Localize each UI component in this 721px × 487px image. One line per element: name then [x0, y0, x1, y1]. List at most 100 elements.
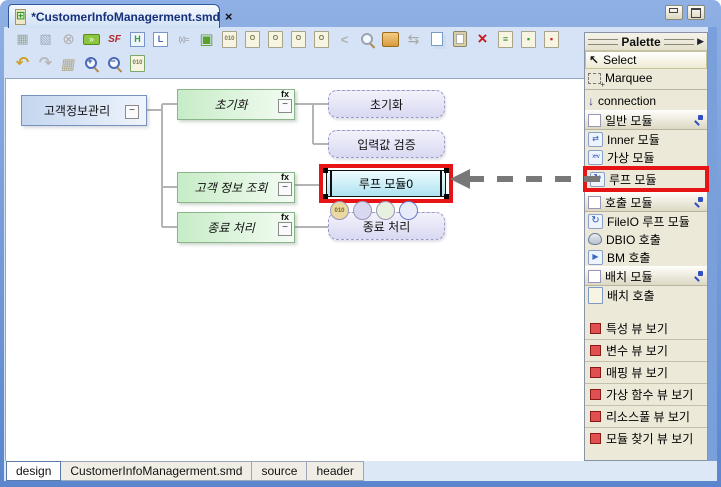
- palette-tool-select[interactable]: ↖ Select: [585, 51, 707, 69]
- collapse-icon[interactable]: −: [278, 182, 292, 196]
- editor-tab[interactable]: ⊞ *CustomerInfoManagerment.smd ×: [8, 4, 233, 28]
- checklist-icon[interactable]: ≡: [495, 30, 516, 49]
- palette-item-bm-call[interactable]: ▶ BM 호출: [585, 248, 707, 266]
- selection-handle[interactable]: [444, 168, 449, 173]
- expression-icon[interactable]: (x)=: [173, 30, 194, 49]
- binary-doc-icon[interactable]: 010: [219, 30, 240, 49]
- zoom-in-icon[interactable]: +: [81, 54, 102, 73]
- bookmark-red-doc-icon[interactable]: ▪: [541, 30, 562, 49]
- export-module-icon[interactable]: ▧: [35, 30, 56, 49]
- delete-icon[interactable]: ×: [472, 29, 493, 49]
- copy-doc-glyph-4: O: [314, 30, 329, 48]
- loop-icon: ↻: [590, 171, 605, 187]
- palette-item-virtual-module[interactable]: x+v 가상 모듈: [585, 148, 707, 166]
- palette-item-label: 모듈 찾기 뷰 보기: [606, 432, 694, 446]
- node-label: 고객 정보 조회: [194, 181, 268, 195]
- palette-item-virtual-function-view[interactable]: 가상 함수 뷰 보기: [585, 383, 707, 405]
- palette-item-feature-view[interactable]: 특성 뷰 보기: [585, 318, 707, 339]
- paste-icon[interactable]: [449, 30, 470, 49]
- disconnect-icon[interactable]: ⊗: [58, 30, 79, 49]
- zoom-out-icon[interactable]: −: [104, 54, 125, 73]
- script-function-icon[interactable]: SF: [104, 30, 125, 49]
- collapse-range-icon[interactable]: »: [81, 30, 102, 49]
- palette-item-dbio-call[interactable]: DBIO 호출: [585, 230, 707, 248]
- selection-handle[interactable]: [444, 194, 449, 199]
- view-icon: [590, 345, 601, 356]
- palette-header[interactable]: Palette ▶: [585, 33, 707, 51]
- binary-doc-glyph: 010: [222, 30, 237, 48]
- table-view-icon[interactable]: ▦: [57, 54, 81, 73]
- collapse-icon[interactable]: −: [125, 105, 139, 119]
- palette-item-mapping-view[interactable]: 매핑 뷰 보기: [585, 361, 707, 383]
- pin-icon[interactable]: [693, 196, 704, 208]
- selection-handle[interactable]: [323, 194, 328, 199]
- decorative-line: [588, 38, 619, 45]
- node-customer-info-management[interactable]: 고객정보관리 −: [21, 95, 147, 126]
- palette-tool-connection[interactable]: ↓ connection: [585, 92, 707, 110]
- diagram-canvas[interactable]: 고객정보관리 − 초기화 fx − 고객 정보 조회 fx − 종료 처리 fx − …: [5, 78, 585, 462]
- palette-item-fileio-loop-module[interactable]: ↻ FileIO 루프 모듈: [585, 212, 707, 230]
- copy-doc-icon-1[interactable]: O: [242, 30, 263, 49]
- minimize-view-button[interactable]: [665, 5, 683, 20]
- refresh-icon[interactable]: ⇆: [403, 30, 424, 49]
- pin-icon[interactable]: [693, 114, 704, 126]
- tab-smd-file[interactable]: CustomerInfoManagerment.smd: [61, 461, 253, 481]
- node-loop-module-0[interactable]: 루프 모듈0: [326, 170, 446, 197]
- node-init-module[interactable]: 초기화: [328, 90, 445, 118]
- hierarchy-icon[interactable]: L: [150, 30, 171, 49]
- inner-module-icon[interactable]: ▣: [196, 30, 217, 49]
- bookmark-green-doc-icon[interactable]: ▪: [518, 30, 539, 49]
- node-customer-info-lookup-function[interactable]: 고객 정보 조회 fx −: [177, 172, 295, 203]
- copy-doc-glyph-1: O: [245, 30, 260, 48]
- palette-tool-marquee[interactable]: Marquee: [585, 69, 707, 89]
- collapse-icon[interactable]: −: [278, 222, 292, 236]
- copy-doc-icon-2[interactable]: O: [265, 30, 286, 49]
- collapse-icon[interactable]: −: [278, 99, 292, 113]
- selection-handle[interactable]: [323, 168, 328, 173]
- palette-item-resource-pool-view[interactable]: 리소스풀 뷰 보기: [585, 405, 707, 427]
- close-icon[interactable]: ×: [225, 9, 233, 24]
- quick-inner-icon[interactable]: [376, 201, 395, 220]
- collapse-left-icon[interactable]: <: [334, 30, 355, 49]
- copy-icon[interactable]: [426, 30, 447, 49]
- node-input-validation-module[interactable]: 입력값 검증: [328, 130, 445, 158]
- palette-drawer-call-module[interactable]: 호출 모듈: [585, 192, 707, 212]
- maximize-view-button[interactable]: [687, 5, 705, 20]
- add-module-icon[interactable]: ▦: [12, 30, 33, 49]
- quick-call-icon[interactable]: [399, 201, 418, 220]
- pin-icon[interactable]: [693, 270, 704, 282]
- paste-glyph: [452, 31, 467, 47]
- palette-item-module-find-view[interactable]: 모듈 찾기 뷰 보기: [585, 427, 707, 449]
- palette-drawer-general-module[interactable]: 일반 모듈: [585, 110, 707, 130]
- decorative-line: [663, 38, 695, 45]
- connection-lines: [147, 103, 328, 228]
- separator: [585, 89, 707, 90]
- undo-icon[interactable]: ↶: [12, 54, 33, 73]
- palette-drawer-label: 배치 모듈: [605, 269, 653, 284]
- palette-item-batch-call[interactable]: 배치 호출: [585, 286, 707, 304]
- redo-icon[interactable]: ↷: [35, 54, 56, 73]
- cursor-icon: ↖: [589, 53, 600, 67]
- search-icon[interactable]: [357, 30, 378, 49]
- tab-design[interactable]: design: [6, 461, 62, 481]
- palette-item-variable-view[interactable]: 변수 뷰 보기: [585, 339, 707, 361]
- palette-drawer-batch-module[interactable]: 배치 모듈: [585, 266, 707, 286]
- quick-binary-icon[interactable]: 010: [330, 201, 349, 220]
- collapse-palette-icon[interactable]: ▶: [697, 36, 704, 47]
- node-init-function[interactable]: 초기화 fx −: [177, 89, 295, 120]
- node-end-process-function[interactable]: 종료 처리 fx −: [177, 212, 295, 243]
- pane-border: [708, 27, 717, 461]
- palette-item-inner-module[interactable]: ⇄ Inner 모듈: [585, 130, 707, 148]
- node-label: 종료 처리: [362, 219, 411, 234]
- palette-item-label: BM 호출: [607, 250, 651, 265]
- frame-module-glyph: H: [130, 31, 145, 47]
- copy-doc-icon-4[interactable]: O: [311, 30, 332, 49]
- quick-module-icon[interactable]: [353, 201, 372, 220]
- frame-module-icon[interactable]: H: [127, 30, 148, 49]
- palette-item-loop-module[interactable]: ↻ 루프 모듈: [587, 170, 705, 188]
- binary-doc-icon-2[interactable]: 010: [127, 54, 148, 73]
- tab-source[interactable]: source: [252, 461, 308, 481]
- package-icon[interactable]: [380, 30, 401, 49]
- tab-header[interactable]: header: [307, 461, 364, 481]
- copy-doc-icon-3[interactable]: O: [288, 30, 309, 49]
